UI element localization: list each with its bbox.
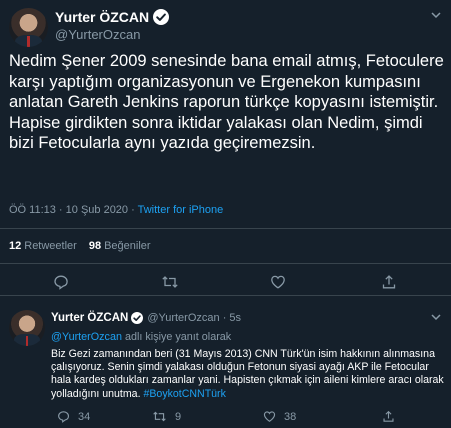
author-handle[interactable]: @YurterOzcan	[55, 27, 140, 42]
replying-suffix: adlı kişiye yanıt olarak	[124, 331, 232, 343]
share-icon	[381, 274, 397, 290]
retweets-stat[interactable]: 12 Retweetler	[9, 240, 77, 252]
main-tweet-actions	[0, 274, 451, 294]
avatar-tie	[26, 36, 31, 47]
reply-icon	[57, 410, 70, 423]
main-tweet: Yurter ÖZCAN @YurterOzcan Nedim Şener 20…	[0, 0, 451, 296]
tweet-stats: 12 Retweetler 98 Beğeniler	[9, 240, 151, 252]
reply-tweet[interactable]: Yurter ÖZCAN @YurterOzcan · 5s @YurterOz…	[0, 306, 451, 428]
divider	[0, 228, 451, 229]
like-count: 38	[284, 410, 297, 423]
tweet-meta: ÖÖ 11:13 · 10 Şub 2020 · Twitter for iPh…	[9, 204, 223, 216]
retweet-icon	[152, 410, 167, 423]
retweet-icon	[161, 274, 179, 290]
reply-author-display-name[interactable]: Yurter ÖZCAN	[51, 312, 128, 324]
like-button[interactable]: 38	[263, 410, 296, 423]
author-name-row: Yurter ÖZCAN	[55, 9, 170, 25]
replying-mention-link[interactable]: @YurterOzcan	[51, 331, 122, 343]
like-icon	[270, 274, 286, 290]
chevron-down-icon[interactable]	[430, 310, 442, 326]
reply-button[interactable]	[53, 274, 69, 290]
reply-button[interactable]: 34	[57, 410, 90, 423]
reply-count: 34	[78, 410, 91, 423]
retweets-label: Retweetler	[24, 240, 77, 252]
tweet-text: Nedim Şener 2009 senesinde bana email at…	[9, 52, 444, 153]
share-icon	[382, 410, 395, 423]
tweet-source-link[interactable]: Twitter for iPhone	[138, 204, 224, 216]
verified-badge-icon	[131, 312, 144, 324]
likes-label: Beğeniler	[104, 240, 151, 252]
verified-badge-icon	[153, 9, 170, 25]
retweet-button[interactable]	[161, 274, 179, 290]
tweet-timestamp[interactable]: ÖÖ 11:13 · 10 Şub 2020 ·	[9, 204, 135, 216]
like-button[interactable]	[270, 274, 286, 290]
retweet-button[interactable]: 9	[152, 410, 181, 423]
reply-author-handle-time[interactable]: @YurterOzcan · 5s	[147, 312, 241, 324]
reply-text: Biz Gezi zamanından beri (31 Mayıs 2013)…	[51, 348, 447, 401]
likes-count: 98	[88, 240, 102, 252]
author-display-name[interactable]: Yurter ÖZCAN	[55, 9, 149, 25]
avatar[interactable]	[9, 310, 45, 346]
reply-author-row: Yurter ÖZCAN @YurterOzcan · 5s	[51, 312, 241, 324]
reply-tweet-actions: 34 9 38	[0, 410, 451, 428]
reply-body: Biz Gezi zamanından beri (31 Mayıs 2013)…	[51, 348, 444, 400]
retweets-count: 12	[9, 240, 22, 252]
avatar[interactable]	[9, 8, 48, 47]
retweet-count: 9	[175, 410, 182, 423]
avatar-tie	[25, 335, 29, 346]
share-button[interactable]	[381, 274, 397, 290]
share-button[interactable]	[382, 410, 395, 423]
divider	[0, 263, 451, 264]
chevron-down-icon[interactable]	[430, 8, 442, 24]
replying-to: @YurterOzcan adlı kişiye yanıt olarak	[51, 331, 231, 343]
reply-icon	[53, 274, 69, 290]
like-icon	[263, 410, 276, 423]
hashtag-link[interactable]: #BoykotCNNTürk	[143, 388, 225, 400]
divider	[0, 295, 451, 296]
likes-stat[interactable]: 98 Beğeniler	[89, 240, 151, 252]
